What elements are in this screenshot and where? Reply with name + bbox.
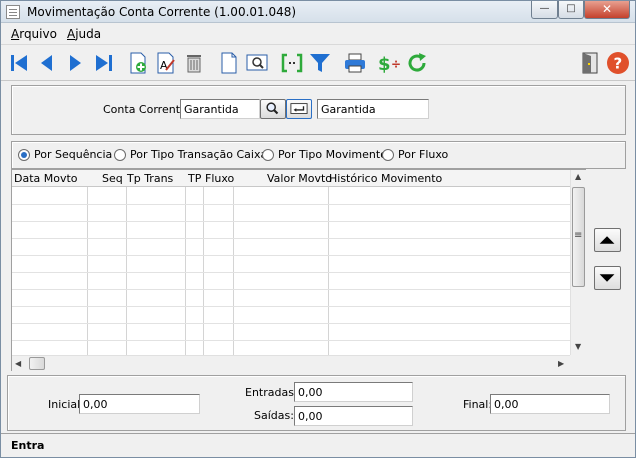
enter-icon <box>290 103 308 114</box>
menu-bar: Arquivo Ajuda <box>1 24 635 44</box>
preview-icon[interactable] <box>245 51 269 75</box>
edit-record-icon[interactable]: A <box>154 51 178 75</box>
scroll-up-icon[interactable]: ▲ <box>575 172 581 181</box>
svg-text:$: $ <box>378 54 391 75</box>
status-bar: Entra <box>1 433 635 457</box>
status-text: Entra <box>11 439 45 452</box>
radio-indicator <box>18 149 30 161</box>
grid-header: Data Movto Seq Tp Trans TP Fluxo Valor M… <box>12 170 570 187</box>
toolbar: A $ ÷ ? <box>1 44 635 81</box>
previous-record-icon[interactable] <box>35 51 59 75</box>
radio-indicator <box>114 149 126 161</box>
scroll-right-icon[interactable]: ▶ <box>558 359 564 368</box>
blank-page-icon[interactable] <box>217 51 241 75</box>
app-icon <box>6 5 20 19</box>
row-separator <box>12 340 570 341</box>
column-header[interactable]: Data Movto <box>14 172 78 185</box>
move-up-button[interactable] <box>594 228 621 252</box>
column-header[interactable]: Fluxo <box>205 172 234 185</box>
search-icon <box>266 102 279 115</box>
first-record-icon[interactable] <box>8 51 32 75</box>
search-button[interactable] <box>260 99 286 119</box>
movements-grid[interactable]: Data Movto Seq Tp Trans TP Fluxo Valor M… <box>11 169 586 371</box>
confirm-button[interactable] <box>286 99 312 119</box>
column-header[interactable]: Seq <box>102 172 123 185</box>
entradas-input[interactable]: 0,00 <box>294 382 413 402</box>
account-label: Conta Corrente: <box>103 103 191 116</box>
minimize-button[interactable]: — <box>531 1 558 19</box>
account-description-input[interactable]: Garantida <box>317 99 429 119</box>
column-separator <box>203 187 204 355</box>
column-separator <box>328 187 329 355</box>
horizontal-scrollbar[interactable]: ◀ ▶ <box>12 355 570 371</box>
account-code-input[interactable]: Garantida <box>180 99 260 119</box>
radio-indicator <box>262 149 274 161</box>
saidas-input[interactable]: 0,00 <box>294 406 413 426</box>
column-separator <box>233 187 234 355</box>
refresh-icon[interactable] <box>405 51 429 75</box>
column-separator <box>87 187 88 355</box>
row-separator <box>12 204 570 205</box>
close-button[interactable]: ✕ <box>584 1 630 19</box>
inicial-input[interactable]: 0,00 <box>79 394 200 414</box>
exit-door-icon[interactable] <box>578 51 602 75</box>
column-header[interactable]: TP <box>188 172 201 185</box>
scroll-down-icon[interactable]: ▼ <box>575 342 581 351</box>
row-separator <box>12 306 570 307</box>
print-icon[interactable] <box>343 51 367 75</box>
last-record-icon[interactable] <box>91 51 115 75</box>
delete-record-icon[interactable] <box>182 51 206 75</box>
currency-icon[interactable]: $ ÷ <box>377 51 401 75</box>
account-panel: Conta Corrente: Garantida Garantida <box>11 85 626 135</box>
final-input[interactable]: 0,00 <box>490 394 610 414</box>
column-header[interactable]: Tp Trans <box>127 172 173 185</box>
radio-indicator <box>382 149 394 161</box>
column-header[interactable]: Valor Movto <box>267 172 332 185</box>
column-separator <box>126 187 127 355</box>
scroll-corner <box>570 355 586 371</box>
vertical-scrollbar[interactable]: ▲ ≡ ▼ <box>570 170 586 355</box>
help-icon[interactable]: ? <box>606 51 630 75</box>
totals-panel: Inicial: 0,00 Entradas: 0,00 Saídas: 0,0… <box>7 375 626 431</box>
final-label: Final: <box>463 398 493 411</box>
menu-ajuda[interactable]: Ajuda <box>67 27 101 41</box>
entradas-label: Entradas: <box>245 386 298 399</box>
next-record-icon[interactable] <box>63 51 87 75</box>
menu-arquivo[interactable]: Arquivo <box>11 27 57 41</box>
column-header[interactable]: Histórico Movimento <box>329 172 442 185</box>
svg-text:?: ? <box>614 55 623 73</box>
move-down-button[interactable] <box>594 266 621 290</box>
ordering-panel: Por Sequência Por Tipo Transação Caixa P… <box>11 141 626 169</box>
row-separator <box>12 323 570 324</box>
row-separator <box>12 289 570 290</box>
maximize-button[interactable]: □ <box>558 1 584 19</box>
saidas-label: Saídas: <box>254 409 294 422</box>
window-title: Movimentação Conta Corrente (1.00.01.048… <box>27 5 297 19</box>
svg-text:÷: ÷ <box>391 57 401 71</box>
scroll-thumb[interactable] <box>29 357 45 370</box>
arrow-up-icon <box>599 236 615 244</box>
selection-bracket-icon[interactable] <box>280 51 304 75</box>
row-separator <box>12 221 570 222</box>
filter-icon[interactable] <box>308 51 332 75</box>
scroll-left-icon[interactable]: ◀ <box>15 359 21 368</box>
row-separator <box>12 238 570 239</box>
row-separator <box>12 272 570 273</box>
column-separator <box>185 187 186 355</box>
arrow-down-icon <box>599 274 615 282</box>
grip-icon: ≡ <box>574 230 583 241</box>
main-window: Movimentação Conta Corrente (1.00.01.048… <box>0 0 636 458</box>
new-record-icon[interactable] <box>126 51 150 75</box>
row-separator <box>12 255 570 256</box>
scroll-thumb[interactable]: ≡ <box>572 187 585 287</box>
title-bar: Movimentação Conta Corrente (1.00.01.048… <box>1 1 635 23</box>
